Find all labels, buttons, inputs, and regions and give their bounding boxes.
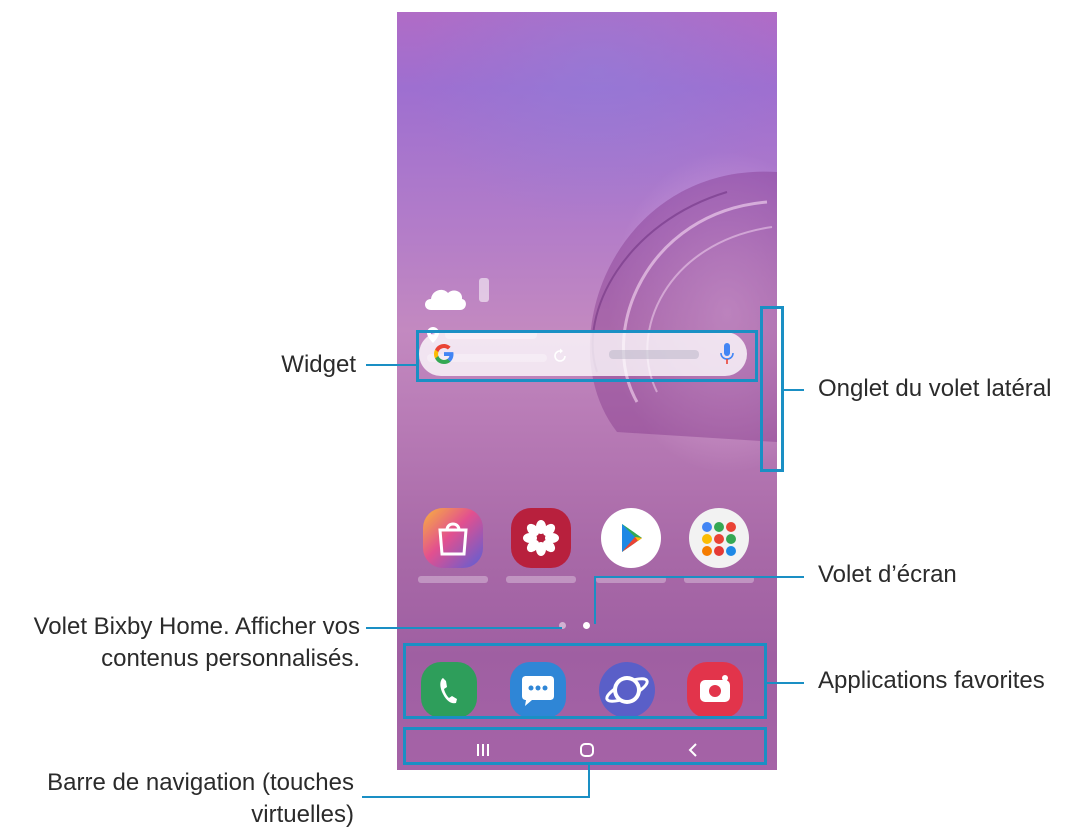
callout-bixby-line1: Volet Bixby Home. Afficher vos — [33, 613, 360, 640]
app-label — [418, 576, 488, 583]
play-store-icon[interactable] — [601, 508, 661, 568]
callout-nav-line1: Barre de navigation (touches — [47, 769, 354, 796]
google-folder-icon[interactable] — [689, 508, 749, 568]
callout-favorite-apps: Applications favorites — [818, 667, 1045, 694]
navigation-bar-highlight — [403, 727, 767, 765]
navigation-bar-leader — [362, 796, 590, 798]
widget-leader — [366, 364, 418, 366]
favorite-apps-highlight — [403, 643, 767, 719]
app-label — [506, 576, 576, 583]
screen-panel-leader-v — [594, 577, 596, 624]
callout-nav-line2: virtuelles) — [251, 801, 354, 828]
side-panel-tab-leader — [782, 389, 804, 391]
widget-highlight — [416, 330, 758, 382]
galaxy-store-icon[interactable] — [423, 508, 483, 568]
callout-bixby-line2: contenus personnalisés. — [101, 645, 360, 672]
weather-temperature — [479, 278, 489, 302]
favorite-apps-leader — [766, 682, 804, 684]
callout-widget: Widget — [281, 351, 356, 378]
navigation-bar-leader-v — [588, 764, 590, 797]
bixby-leader — [366, 627, 562, 629]
callout-side-panel-tab: Onglet du volet latéral — [818, 375, 1052, 402]
callout-screen-panel: Volet d’écran — [818, 561, 957, 588]
screen-panel-leader — [594, 576, 804, 578]
side-panel-tab-highlight — [760, 306, 784, 472]
page-indicator-active[interactable] — [583, 622, 590, 629]
cloud-icon[interactable] — [421, 282, 467, 312]
gallery-icon[interactable] — [511, 508, 571, 568]
